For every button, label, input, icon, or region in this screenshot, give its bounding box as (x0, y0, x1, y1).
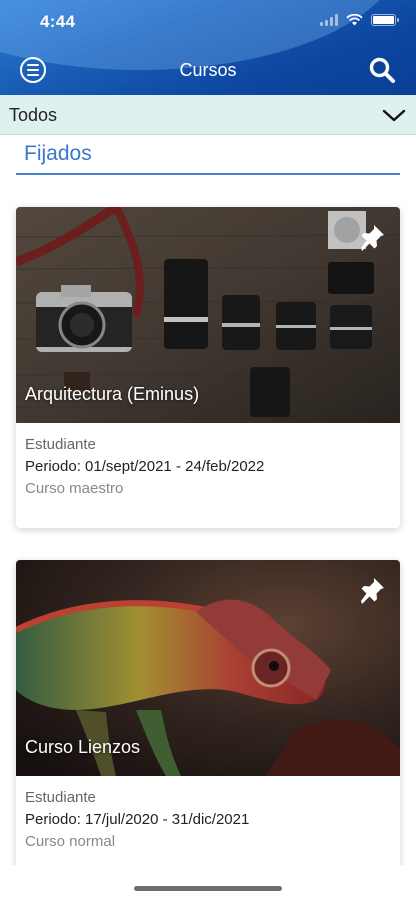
course-name: Curso Lienzos (25, 737, 141, 757)
pin-icon[interactable] (358, 223, 386, 251)
section-title: Fijados (24, 142, 92, 165)
filter-selected-value: Todos (9, 105, 58, 125)
home-indicator[interactable] (134, 886, 282, 891)
course-period: Periodo: 01/sept/2021 - 24/feb/2022 (25, 458, 265, 475)
course-image: Arquitectura (Eminus) (16, 207, 400, 423)
filter-dropdown[interactable]: Todos (0, 95, 416, 135)
cellular-signal-icon (320, 14, 338, 26)
course-name: Arquitectura (Eminus) (25, 384, 200, 404)
course-card[interactable]: Arquitectura (Eminus) Estudiante Periodo… (16, 207, 400, 528)
course-period: Periodo: 17/jul/2020 - 31/dic/2021 (25, 811, 250, 828)
search-icon[interactable] (368, 56, 396, 84)
course-type: Curso normal (25, 833, 116, 850)
chevron-down-icon (382, 109, 406, 122)
bottom-safe-area (0, 865, 416, 900)
course-image: Curso Lienzos (16, 560, 400, 776)
pin-icon[interactable] (358, 576, 386, 604)
page-title: Cursos (179, 60, 237, 80)
status-bar: 4:44 (0, 0, 416, 44)
battery-icon (371, 14, 399, 26)
course-role: Estudiante (25, 436, 96, 453)
course-role: Estudiante (25, 789, 96, 806)
course-card[interactable]: Curso Lienzos Estudiante Periodo: 17/jul… (16, 560, 400, 870)
section-divider (16, 173, 400, 175)
app-header: 4:44 Cursos (0, 0, 416, 95)
course-details: Estudiante Periodo: 17/jul/2020 - 31/dic… (16, 776, 400, 850)
status-time: 4:44 (40, 12, 76, 31)
course-type: Curso maestro (25, 480, 124, 497)
status-icons (320, 14, 399, 26)
wifi-icon (346, 14, 363, 26)
course-details: Estudiante Periodo: 01/sept/2021 - 24/fe… (16, 423, 400, 497)
